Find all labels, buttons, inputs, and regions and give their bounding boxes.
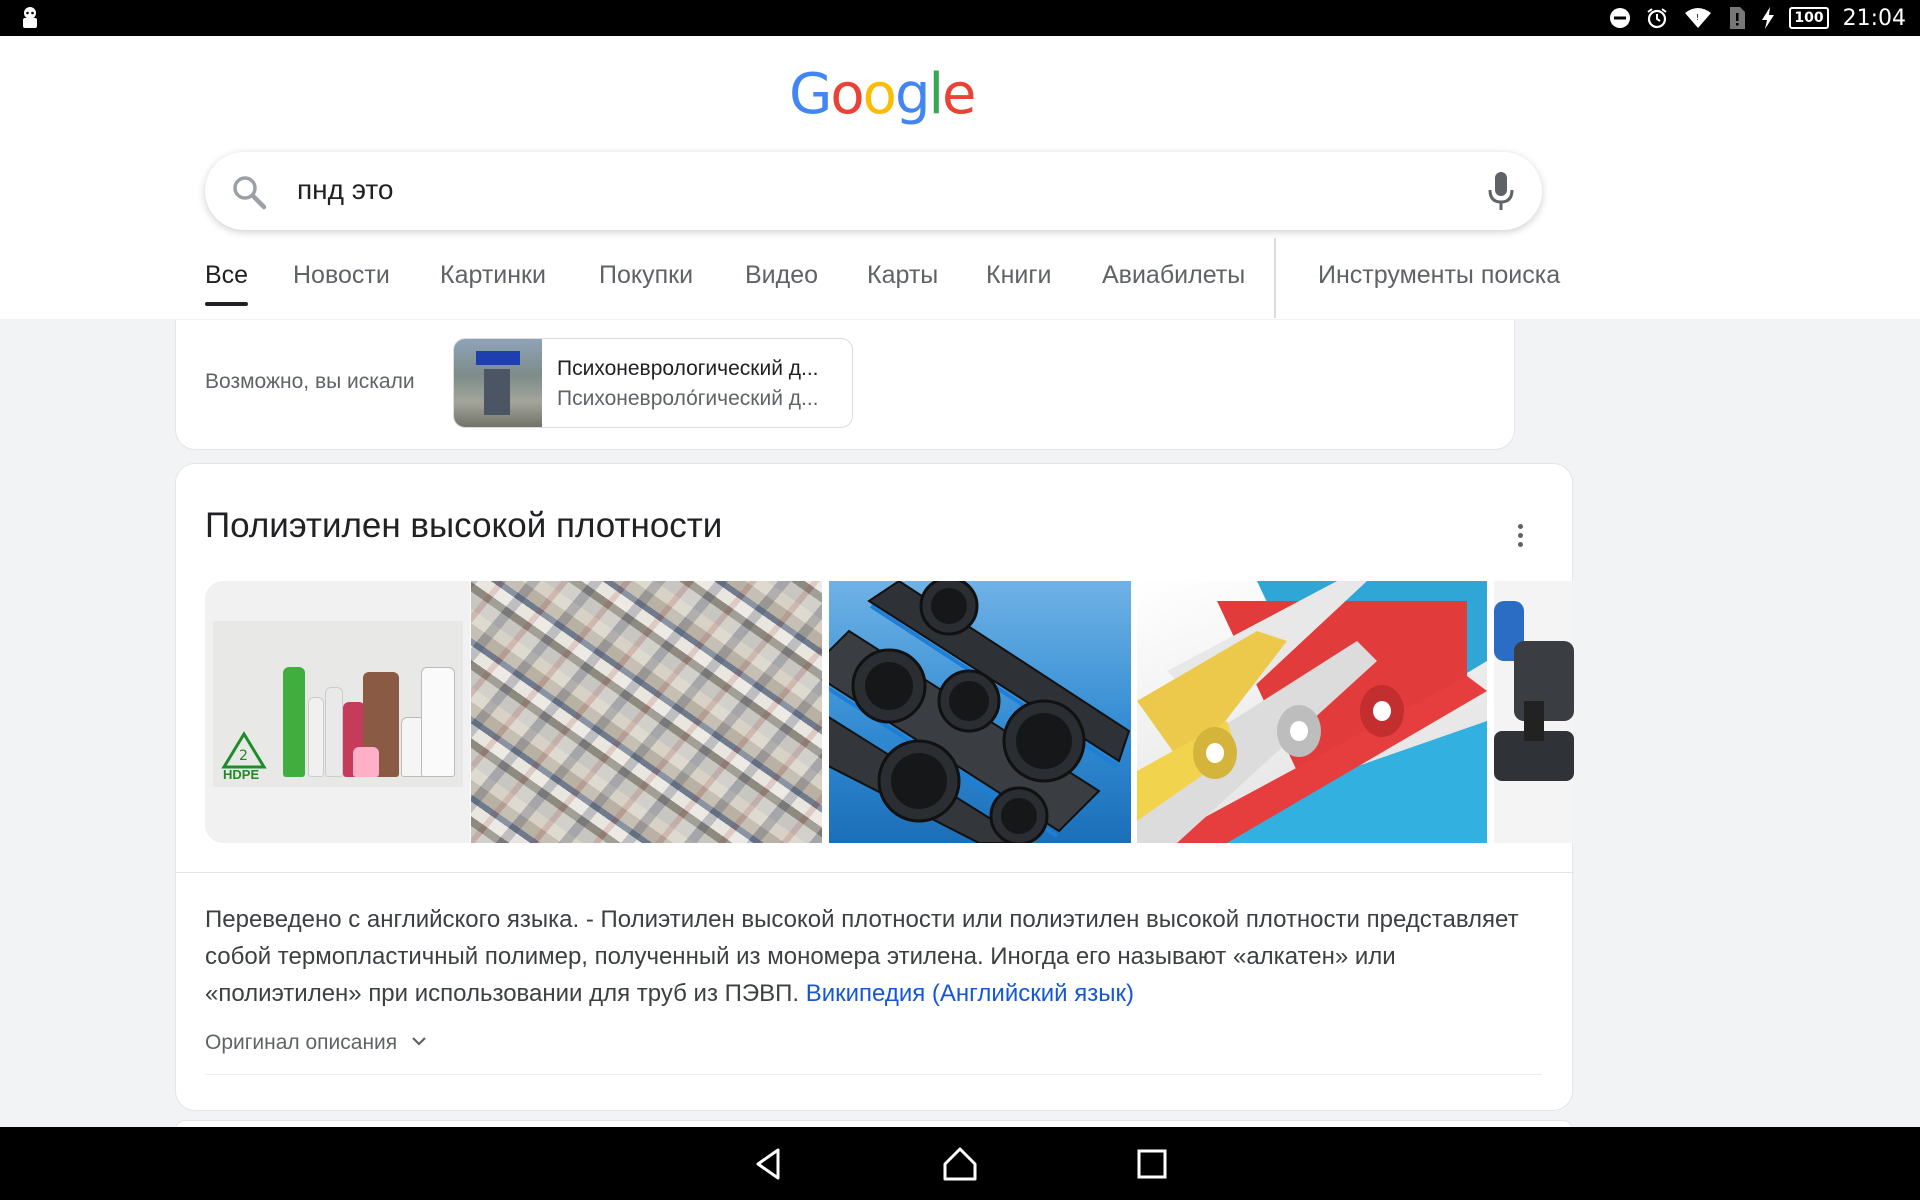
panel-bottom-divider <box>205 1074 1542 1075</box>
did-you-mean-label: Возможно, вы искали <box>205 370 415 393</box>
image-plastic-bales[interactable] <box>471 581 822 843</box>
tab-all[interactable]: Все <box>205 260 249 320</box>
knowledge-description: Переведено с английского языка. - Полиэт… <box>205 901 1545 1012</box>
tab-search-tools[interactable]: Инструменты поиска <box>1318 260 1560 320</box>
more-vert-icon[interactable] <box>1514 524 1526 554</box>
charging-icon <box>1762 7 1775 29</box>
wifi-icon: ! <box>1685 8 1712 28</box>
tab-flights[interactable]: Авиабилеты <box>1102 260 1245 320</box>
android-debug-icon <box>23 7 37 28</box>
recents-icon[interactable] <box>1133 1145 1171 1183</box>
tab-maps[interactable]: Карты <box>867 260 938 320</box>
tab-shopping[interactable]: Покупки <box>599 260 693 320</box>
search-icon[interactable] <box>229 172 269 212</box>
pipes-illustration <box>829 581 1131 843</box>
do-not-disturb-icon <box>1610 8 1631 28</box>
original-description-toggle[interactable]: Оригинал описания <box>205 1031 397 1055</box>
logo-letter: e <box>942 62 976 127</box>
tabs-divider <box>1274 238 1276 318</box>
suggestion-subtitle: Психоневроло́гический д... <box>557 387 819 410</box>
knowledge-panel-title: Полиэтилен высокой плотности <box>205 506 723 545</box>
suggestion-chip[interactable]: Психоневрологический д... Психоневроло́г… <box>453 338 853 428</box>
battery-icon: 100 <box>1789 7 1829 29</box>
status-bar: ! 100 21:04 <box>0 0 1920 36</box>
building-sign <box>476 351 520 365</box>
tab-books[interactable]: Книги <box>986 260 1051 320</box>
search-box[interactable]: пнд это <box>205 152 1542 230</box>
mic-icon[interactable] <box>1486 170 1516 212</box>
logo-letter: o <box>830 62 864 127</box>
panel-divider <box>176 872 1574 873</box>
fittings-illustration <box>1494 601 1574 781</box>
alarm-icon <box>1647 8 1667 29</box>
search-input[interactable]: пнд это <box>297 174 394 206</box>
wikipedia-link[interactable]: Википедия (Английский язык) <box>806 980 1134 1007</box>
clock: 21:04 <box>1842 5 1906 31</box>
tab-images[interactable]: Картинки <box>440 260 546 320</box>
logo-letter: o <box>862 62 897 127</box>
rolls-illustration <box>1137 581 1487 843</box>
svg-text:!: ! <box>1696 13 1699 22</box>
tab-news[interactable]: Новости <box>293 260 390 320</box>
home-icon[interactable] <box>941 1145 979 1183</box>
building-door <box>484 369 510 415</box>
suggestion-thumbnail <box>454 339 542 427</box>
logo-letter: l <box>928 62 944 127</box>
chevron-down-icon[interactable] <box>410 1032 428 1050</box>
sim-alert-icon <box>1730 7 1746 29</box>
image-pipe-fittings[interactable] <box>1494 581 1574 843</box>
back-icon[interactable] <box>750 1145 788 1183</box>
bottles-photo: 2 HDPE <box>213 621 463 787</box>
suggestion-title: Психоневрологический д... <box>557 357 819 380</box>
image-hdpe-bottles[interactable]: 2 HDPE <box>205 581 470 843</box>
image-black-pipes[interactable] <box>829 581 1131 843</box>
logo-letter: g <box>894 62 931 127</box>
search-tabs: Все Новости Картинки Покупки Видео Карты… <box>205 260 1572 320</box>
tab-videos[interactable]: Видео <box>745 260 818 320</box>
google-logo[interactable]: Google <box>789 62 977 127</box>
hdpe-badge: HDPE <box>223 767 260 782</box>
logo-letter: G <box>789 62 832 127</box>
knowledge-panel: Полиэтилен высокой плотности 2 HDPE Пере… <box>175 463 1574 1111</box>
svg-text:2: 2 <box>239 748 248 764</box>
system-nav-bar <box>0 1127 1920 1200</box>
recycle-icon: 2 <box>221 731 267 769</box>
image-colored-rolls[interactable] <box>1137 581 1487 843</box>
image-carousel[interactable]: 2 HDPE <box>205 581 1574 843</box>
did-you-mean-card: Возможно, вы искали Психоневрологический… <box>175 320 1515 450</box>
search-header: Google пнд это Все Новости Картинки Поку… <box>0 36 1920 319</box>
